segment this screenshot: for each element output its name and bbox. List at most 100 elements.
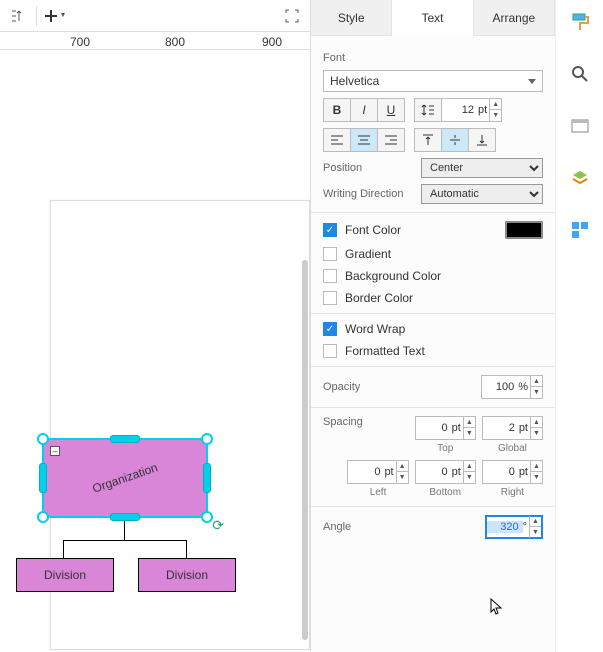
outline-button[interactable] (568, 114, 592, 138)
angle-stepper[interactable]: ▲▼ (529, 516, 541, 538)
add-button[interactable]: ▼ (41, 3, 69, 29)
tab-style[interactable]: Style (311, 0, 392, 35)
organization-shape[interactable]: – Organization ⟳ (42, 438, 208, 518)
right-toolbar (555, 0, 603, 652)
shape-label: Organization (91, 460, 160, 495)
connector[interactable] (63, 540, 187, 541)
word-wrap-checkbox[interactable]: ✓ (323, 322, 337, 336)
format-panel-button[interactable] (568, 10, 592, 34)
connector[interactable] (186, 540, 187, 558)
edge-handle-left[interactable] (39, 463, 47, 493)
unit-label: pt (478, 104, 489, 116)
collapse-toggle[interactable]: – (50, 446, 60, 456)
font-family-select[interactable]: Helvetica (323, 70, 543, 92)
paint-roller-icon (570, 12, 590, 32)
resize-handle-bl[interactable] (37, 511, 49, 523)
underline-button[interactable]: U (377, 98, 405, 122)
fullscreen-button[interactable] (278, 3, 306, 29)
align-left-button[interactable] (323, 128, 351, 152)
edge-handle-right[interactable] (203, 463, 211, 493)
division-shape[interactable]: Division (16, 558, 114, 592)
border-color-label: Border Color (345, 291, 413, 305)
edge-handle-bottom[interactable] (110, 513, 140, 521)
spacing-bottom-input[interactable]: pt▲▼ (415, 460, 476, 484)
spacing-top-input[interactable]: pt▲▼ (415, 416, 476, 440)
valign-top-button[interactable] (414, 128, 442, 152)
spacing-label: Spacing (323, 416, 407, 428)
panel-tabs: Style Text Arrange (311, 0, 555, 36)
horizontal-ruler: 700 800 900 (0, 32, 310, 50)
plus-icon (44, 9, 58, 23)
opacity-input[interactable]: % ▲▼ (481, 375, 543, 399)
search-icon (571, 65, 589, 83)
font-color-checkbox[interactable]: ✓ (323, 223, 337, 237)
shapes-icon (571, 221, 589, 239)
canvas[interactable]: – Organization ⟳ Division Division (0, 50, 310, 652)
line-height-button[interactable] (414, 98, 442, 122)
formatted-text-checkbox[interactable] (323, 344, 337, 358)
shape-label: Division (44, 568, 86, 582)
opacity-stepper[interactable]: ▲▼ (530, 376, 542, 398)
edge-handle-top[interactable] (110, 435, 140, 443)
spacing-left-input[interactable]: pt▲▼ (347, 460, 408, 484)
resize-handle-br[interactable] (201, 511, 213, 523)
italic-button[interactable]: I (350, 98, 378, 122)
ruler-mark: 800 (165, 35, 185, 49)
background-color-checkbox[interactable] (323, 269, 337, 283)
indent-icon (11, 9, 25, 23)
top-toolbar: ▼ (0, 0, 310, 32)
writing-direction-label: Writing Direction (323, 188, 413, 200)
position-label: Position (323, 162, 413, 174)
spacing-global-input[interactable]: pt▲▼ (482, 416, 543, 440)
divider (311, 506, 555, 507)
align-right-button[interactable] (377, 128, 405, 152)
border-color-checkbox[interactable] (323, 291, 337, 305)
font-family-value: Helvetica (330, 74, 379, 88)
tab-arrange[interactable]: Arrange (474, 0, 555, 35)
valign-middle-button[interactable] (441, 128, 469, 152)
angle-field[interactable] (487, 521, 523, 533)
divider (311, 366, 555, 367)
connector[interactable] (124, 520, 125, 540)
division-shape[interactable]: Division (138, 558, 236, 592)
divider (36, 6, 37, 26)
format-indent-button[interactable] (4, 3, 32, 29)
search-button[interactable] (568, 62, 592, 86)
writing-direction-select[interactable]: Automatic (421, 184, 543, 204)
bold-button[interactable]: B (323, 98, 351, 122)
divider (311, 407, 555, 408)
shapes-button[interactable] (568, 218, 592, 242)
angle-input[interactable]: ° ▲▼ (485, 515, 543, 539)
ruler-mark: 900 (262, 35, 282, 49)
valign-bottom-button[interactable] (468, 128, 496, 152)
resize-handle-tl[interactable] (37, 433, 49, 445)
spacing-right-input[interactable]: pt▲▼ (482, 460, 543, 484)
resize-handle-tr[interactable] (201, 433, 213, 445)
formatted-text-label: Formatted Text (345, 344, 425, 358)
outline-icon (571, 119, 589, 133)
chevron-down-icon: ▼ (60, 12, 67, 19)
opacity-field[interactable] (482, 381, 518, 393)
font-size-field[interactable] (442, 104, 478, 116)
font-size-input[interactable]: pt ▲▼ (441, 98, 502, 122)
gradient-checkbox[interactable] (323, 247, 337, 261)
format-panel: Style Text Arrange Font Helvetica B I U … (310, 0, 555, 652)
panel-body: Font Helvetica B I U pt ▲▼ (311, 36, 555, 555)
rotate-handle[interactable]: ⟳ (212, 517, 224, 534)
layers-button[interactable] (568, 166, 592, 190)
connector[interactable] (63, 540, 64, 558)
tab-text[interactable]: Text (392, 0, 473, 36)
font-section-label: Font (323, 52, 543, 64)
layers-icon (571, 169, 589, 187)
divider (311, 313, 555, 314)
chevron-down-icon (528, 79, 536, 84)
line-height-icon (421, 103, 435, 117)
position-select[interactable]: Center (421, 158, 543, 178)
font-color-swatch[interactable] (505, 221, 543, 239)
opacity-label: Opacity (323, 381, 413, 393)
font-size-stepper[interactable]: ▲▼ (489, 99, 501, 121)
fullscreen-icon (285, 9, 299, 23)
canvas-scrollbar[interactable] (302, 260, 308, 640)
align-center-button[interactable] (350, 128, 378, 152)
angle-label: Angle (323, 521, 413, 533)
